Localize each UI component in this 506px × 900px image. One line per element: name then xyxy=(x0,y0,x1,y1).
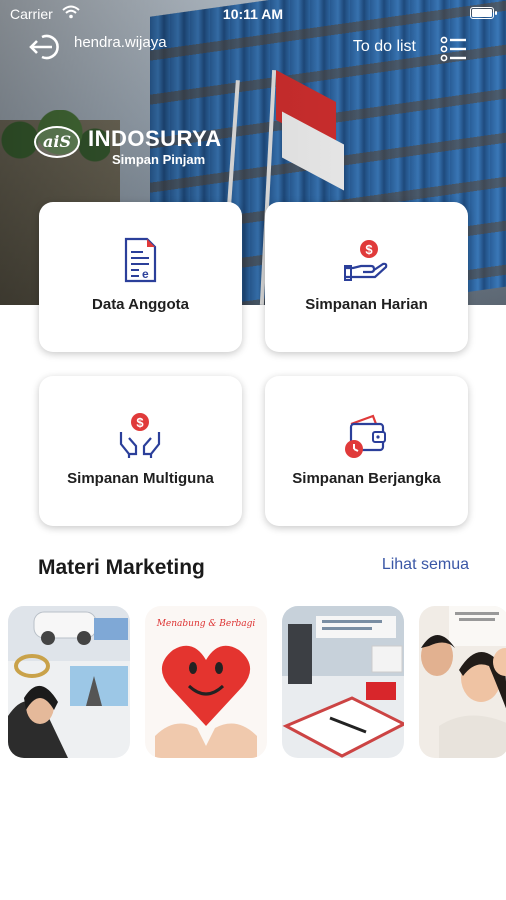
marketing-banner-heart[interactable]: Menabung & Berbagi xyxy=(145,606,267,758)
banner-text: Menabung & Berbagi xyxy=(156,619,256,629)
marketing-banner-lifestyle[interactable] xyxy=(8,606,130,758)
list-icon[interactable] xyxy=(440,36,468,62)
logo-name: INDOSURYA xyxy=(88,126,222,151)
logo-mark: aiS xyxy=(34,126,80,158)
brand-logo: aiS INDOSURYA Simpan Pinjam xyxy=(34,124,224,172)
menu-card-data-anggota[interactable]: e Data Anggota xyxy=(39,202,242,352)
menu-label: Simpanan Berjangka xyxy=(292,470,441,487)
logo-subtitle: Simpan Pinjam xyxy=(112,152,206,167)
menu-label: Data Anggota xyxy=(92,296,189,313)
menu-label: Simpanan Multiguna xyxy=(67,470,214,487)
menu-card-simpanan-berjangka[interactable]: Simpanan Berjangka xyxy=(265,376,468,526)
svg-text:$: $ xyxy=(136,415,144,430)
marketing-banner-family[interactable] xyxy=(419,606,506,758)
clock: 10:11 AM xyxy=(222,6,284,22)
svg-text:$: $ xyxy=(365,242,373,257)
status-bar: Carrier 10:11 AM xyxy=(0,0,506,28)
section-title: Materi Marketing xyxy=(38,556,205,579)
marketing-banner-office[interactable] xyxy=(282,606,404,758)
menu-card-simpanan-multiguna[interactable]: $ Simpanan Multiguna xyxy=(39,376,242,526)
todo-list-link[interactable]: To do list xyxy=(353,38,416,56)
username-label: hendra.wijaya xyxy=(74,34,167,51)
wallet-clock-icon xyxy=(345,414,386,458)
menu-card-simpanan-harian[interactable]: $ Simpanan Harian xyxy=(265,202,468,352)
hand-coin-icon: $ xyxy=(344,240,388,281)
menu-label: Simpanan Harian xyxy=(305,296,428,313)
two-hands-coin-icon: $ xyxy=(119,413,161,458)
svg-text:e: e xyxy=(142,267,149,281)
logout-icon[interactable] xyxy=(28,33,64,61)
battery-icon xyxy=(470,7,497,19)
see-all-link[interactable]: Lihat semua xyxy=(382,556,469,574)
document-icon: e xyxy=(124,237,157,283)
